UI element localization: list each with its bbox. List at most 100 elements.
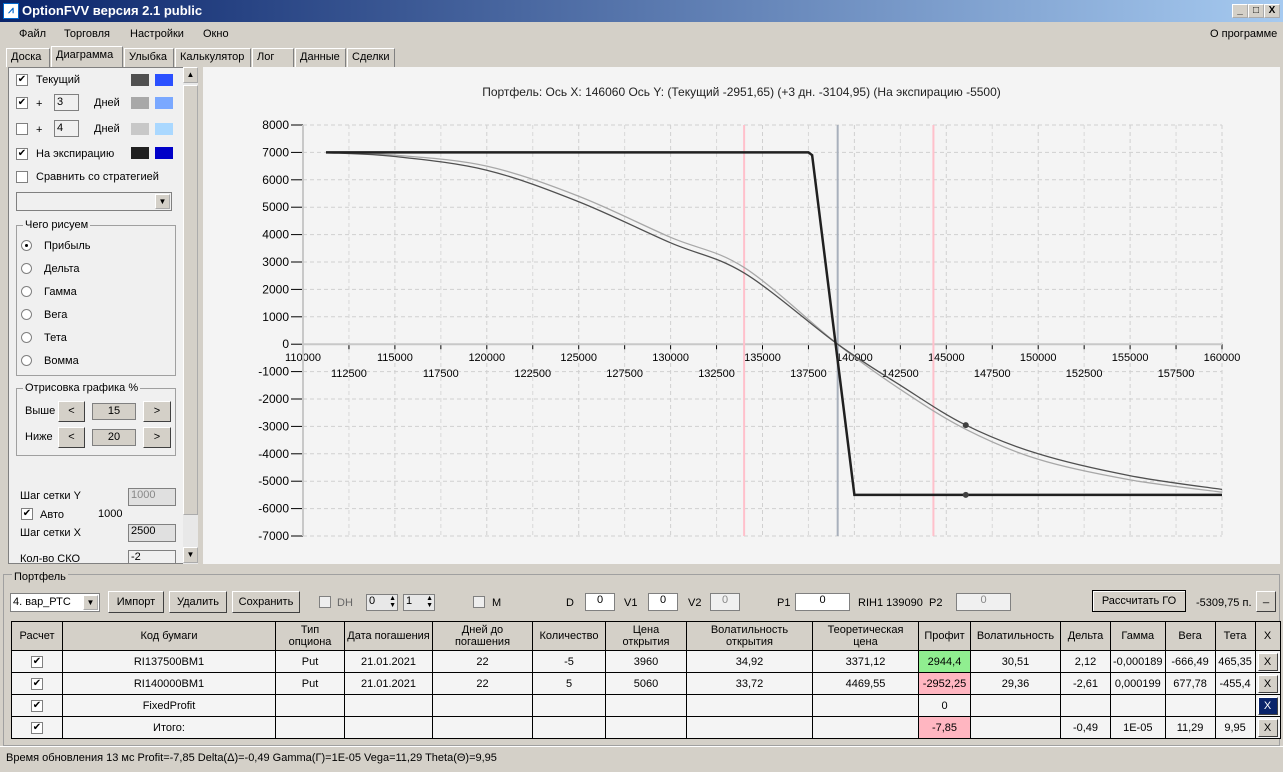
d-input[interactable]: 0: [585, 593, 615, 611]
left-panel-scrollbar[interactable]: ▲ ▼: [183, 67, 198, 564]
plus1-checkbox[interactable]: ✔: [16, 97, 28, 109]
tab-calculator[interactable]: Калькулятор: [175, 48, 251, 67]
column-header[interactable]: Цена открытия: [605, 621, 687, 651]
maximize-button[interactable]: □: [1248, 4, 1264, 18]
table-row[interactable]: ✔ FixedProfit 0 X: [11, 694, 1281, 717]
plus1-color2-swatch[interactable]: [155, 97, 173, 109]
minimize-button[interactable]: _: [1232, 4, 1248, 18]
calc-checkbox[interactable]: ✔: [31, 655, 43, 668]
menu-file[interactable]: Файл: [19, 28, 46, 40]
dh-spinner-2[interactable]: 1 ▲ ▼: [403, 594, 435, 611]
above-increase-button[interactable]: >: [143, 401, 171, 422]
radio-option[interactable]: [21, 332, 32, 343]
chevron-down-icon[interactable]: ▼: [83, 595, 98, 610]
column-header[interactable]: Теоретическая цена: [812, 621, 919, 651]
spinner-arrows-icon[interactable]: ▲ ▼: [426, 595, 433, 609]
column-header[interactable]: Вега: [1164, 621, 1216, 651]
plus2-checkbox[interactable]: [16, 123, 28, 135]
tab-smile[interactable]: Улыбка: [124, 48, 174, 67]
m-checkbox[interactable]: [473, 596, 485, 608]
tab-log[interactable]: Лог: [252, 48, 294, 67]
table-row[interactable]: ✔ Итого: -7,85 -0,49 1E-05 11,29 9,95 X: [11, 716, 1281, 739]
column-header[interactable]: Расчет: [11, 621, 63, 651]
column-header[interactable]: Дата погашения: [344, 621, 433, 651]
column-header[interactable]: X: [1254, 621, 1281, 651]
table-row[interactable]: ✔ RI140000BM1 Put 21.01.2021 22 5 5060 33,72 446…: [11, 672, 1281, 695]
column-header[interactable]: Волатильность: [970, 621, 1061, 651]
plus2-days-input[interactable]: 4: [54, 120, 79, 137]
current-color2-swatch[interactable]: [155, 74, 173, 86]
p2-input[interactable]: 0: [956, 593, 1011, 611]
import-button[interactable]: Импорт: [108, 591, 164, 613]
spinner-arrows-icon[interactable]: ▲ ▼: [389, 595, 396, 609]
below-decrease-button[interactable]: <: [58, 427, 85, 448]
table-cell: [812, 694, 919, 717]
plus1-color-swatch[interactable]: [131, 97, 149, 109]
column-header[interactable]: Тета: [1214, 621, 1256, 651]
expiration-color-swatch[interactable]: [131, 147, 149, 159]
v1-input[interactable]: 0: [648, 593, 678, 611]
v2-input[interactable]: 0: [710, 593, 740, 611]
radio-option[interactable]: [21, 355, 32, 366]
remove-row-button[interactable]: X: [1257, 652, 1278, 671]
collapse-button[interactable]: _: [1256, 591, 1276, 612]
radio-option[interactable]: [21, 309, 32, 320]
scroll-down-arrow-icon[interactable]: ▼: [183, 547, 198, 563]
menu-settings[interactable]: Настройки: [130, 28, 184, 40]
menu-window[interactable]: Окно: [203, 28, 229, 40]
tab-diagram[interactable]: Диаграмма: [51, 46, 123, 67]
radio-option[interactable]: [21, 263, 32, 274]
menu-trade[interactable]: Торговля: [64, 28, 110, 40]
scroll-up-arrow-icon[interactable]: ▲: [183, 67, 198, 83]
current-checkbox[interactable]: ✔: [16, 74, 28, 86]
portfolio-select[interactable]: 4. вар_РТС ▼: [10, 593, 100, 612]
plus2-color2-swatch[interactable]: [155, 123, 173, 135]
tab-data[interactable]: Данные: [295, 48, 346, 67]
portfolio-table: Расчет Код бумаги Тип опциона Дата погашени…: [11, 621, 1281, 739]
p1-input[interactable]: 0: [795, 593, 850, 611]
auto-checkbox[interactable]: ✔: [21, 508, 33, 520]
column-header[interactable]: Гамма: [1110, 621, 1166, 651]
above-decrease-button[interactable]: <: [58, 401, 85, 422]
column-header[interactable]: Тип опциона: [275, 621, 345, 651]
dh-checkbox[interactable]: [319, 596, 331, 608]
menu-about[interactable]: О программе: [1210, 28, 1277, 40]
below-increase-button[interactable]: >: [143, 427, 171, 448]
column-header[interactable]: Волатильность открытия: [686, 621, 813, 651]
calc-checkbox[interactable]: ✔: [31, 677, 43, 690]
dh-spinner-1[interactable]: 0 ▲ ▼: [366, 594, 398, 611]
grid-y-input[interactable]: 1000: [128, 488, 176, 506]
radio-option[interactable]: [21, 240, 32, 251]
column-header[interactable]: Дельта: [1060, 621, 1111, 651]
plus2-color-swatch[interactable]: [131, 123, 149, 135]
remove-row-button[interactable]: X: [1257, 696, 1278, 715]
current-color-swatch[interactable]: [131, 74, 149, 86]
delete-button[interactable]: Удалить: [169, 591, 227, 613]
plus1-days-input[interactable]: 3: [54, 94, 79, 111]
strategy-dropdown[interactable]: ▼: [16, 192, 172, 211]
calc-checkbox[interactable]: ✔: [31, 721, 43, 734]
compare-checkbox[interactable]: [16, 171, 28, 183]
expiration-checkbox[interactable]: ✔: [16, 148, 28, 160]
column-header[interactable]: Код бумаги: [62, 621, 276, 651]
calc-margin-button[interactable]: Рассчитать ГО: [1092, 590, 1186, 612]
column-header[interactable]: Количество: [532, 621, 606, 651]
series-current-line: [325, 152, 1223, 491]
close-button[interactable]: X: [1264, 4, 1280, 18]
sko-input[interactable]: -2: [128, 550, 176, 563]
grid-x-input[interactable]: 2500: [128, 524, 176, 542]
chevron-down-icon[interactable]: ▼: [155, 194, 170, 209]
table-row[interactable]: ✔ RI137500BM1 Put 21.01.2021 22 -5 3960 34,92 33…: [11, 650, 1281, 673]
y-tick-label: 7000: [262, 145, 289, 159]
scroll-thumb[interactable]: [183, 85, 198, 515]
remove-row-button[interactable]: X: [1257, 674, 1278, 693]
calc-checkbox[interactable]: ✔: [31, 699, 43, 712]
tab-deals[interactable]: Сделки: [347, 48, 395, 67]
expiration-color2-swatch[interactable]: [155, 147, 173, 159]
column-header[interactable]: Дней до погашения: [432, 621, 533, 651]
save-button[interactable]: Сохранить: [232, 591, 300, 613]
column-header[interactable]: Профит: [918, 621, 971, 651]
radio-option[interactable]: [21, 286, 32, 297]
tab-board[interactable]: Доска: [6, 48, 50, 67]
remove-row-button[interactable]: X: [1257, 718, 1278, 737]
